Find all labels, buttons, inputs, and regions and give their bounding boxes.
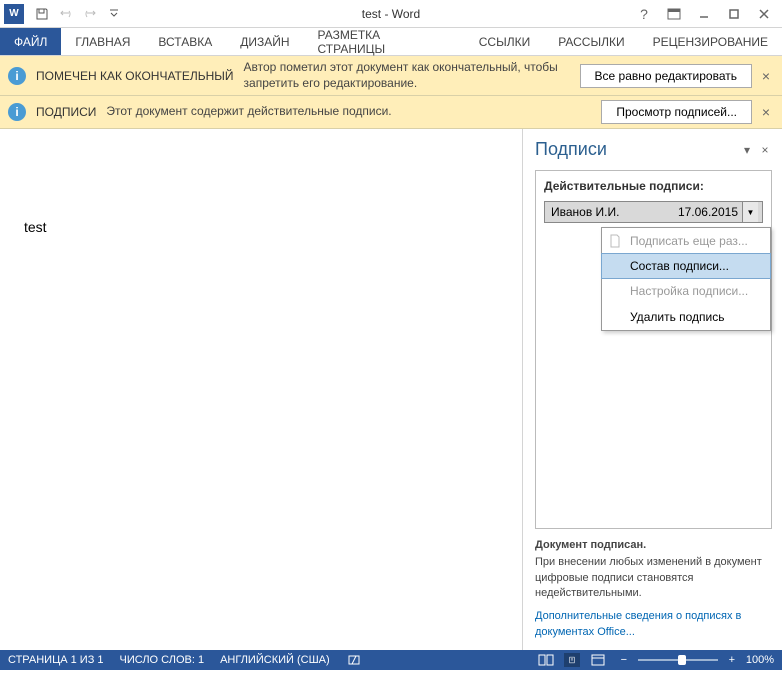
- save-icon[interactable]: [34, 6, 50, 22]
- info-icon: i: [8, 67, 26, 85]
- signatures-footer: Документ подписан. При внесении любых из…: [535, 539, 772, 640]
- signature-date: 17.06.2015: [678, 205, 742, 219]
- signature-name: Иванов И.И.: [549, 205, 678, 219]
- info-icon: i: [8, 103, 26, 121]
- infobar-title: ПОМЕЧЕН КАК ОКОНЧАТЕЛЬНЫЙ: [36, 69, 234, 83]
- signature-dropdown-icon[interactable]: ▼: [742, 202, 758, 222]
- pane-options-icon[interactable]: ▾: [740, 143, 754, 157]
- read-mode-icon[interactable]: [538, 653, 554, 667]
- signatures-title: Подписи: [535, 139, 607, 160]
- quick-access-toolbar: [34, 6, 122, 22]
- menu-remove-signature[interactable]: Удалить подпись: [602, 304, 770, 330]
- zoom-slider[interactable]: [638, 659, 718, 661]
- edit-anyway-button[interactable]: Все равно редактировать: [580, 64, 752, 88]
- infobar-title: ПОДПИСИ: [36, 105, 96, 119]
- ribbon-tabs: ФАЙЛ ГЛАВНАЯ ВСТАВКА ДИЗАЙН РАЗМЕТКА СТР…: [0, 28, 782, 56]
- status-word-count[interactable]: ЧИСЛО СЛОВ: 1: [120, 654, 205, 666]
- tab-references[interactable]: ССЫЛКИ: [465, 28, 544, 55]
- status-bar: СТРАНИЦА 1 ИЗ 1 ЧИСЛО СЛОВ: 1 АНГЛИЙСКИЙ…: [0, 650, 782, 670]
- ribbon-display-icon[interactable]: [662, 3, 686, 25]
- window-title: test - Word: [362, 7, 420, 21]
- document-icon: [608, 234, 622, 248]
- signatures-help-link[interactable]: Дополнительные сведения о подписях в док…: [535, 609, 772, 640]
- zoom-control: − + 100%: [616, 653, 774, 667]
- infobar-desc: Автор пометил этот документ как окончате…: [244, 60, 580, 91]
- main-area: test Подписи ▾ × Действительные подписи:…: [0, 129, 782, 650]
- maximize-icon[interactable]: [722, 3, 746, 25]
- tab-home[interactable]: ГЛАВНАЯ: [61, 28, 144, 55]
- document-area[interactable]: test: [0, 129, 522, 650]
- zoom-in-icon[interactable]: +: [724, 653, 740, 667]
- infobar-close-icon[interactable]: ×: [758, 68, 774, 84]
- minimize-icon[interactable]: [692, 3, 716, 25]
- web-layout-icon[interactable]: [590, 653, 606, 667]
- qat-dropdown-icon[interactable]: [106, 6, 122, 22]
- titlebar: W test - Word ?: [0, 0, 782, 28]
- status-page[interactable]: СТРАНИЦА 1 ИЗ 1: [8, 654, 104, 666]
- help-icon[interactable]: ?: [632, 3, 656, 25]
- signatures-pane: Подписи ▾ × Действительные подписи: Иван…: [522, 129, 782, 650]
- menu-signature-details[interactable]: Состав подписи...: [601, 253, 771, 279]
- tab-page-layout[interactable]: РАЗМЕТКА СТРАНИЦЫ: [304, 28, 465, 55]
- valid-signatures-label: Действительные подписи:: [544, 179, 763, 193]
- signature-note: При внесении любых изменений в документ …: [535, 555, 772, 601]
- zoom-out-icon[interactable]: −: [616, 653, 632, 667]
- infobar-close-icon[interactable]: ×: [758, 104, 774, 120]
- view-signatures-button[interactable]: Просмотр подписей...: [601, 100, 752, 124]
- signatures-list-box: Действительные подписи: Иванов И.И. 17.0…: [535, 170, 772, 529]
- tab-file[interactable]: ФАЙЛ: [0, 28, 61, 55]
- tab-insert[interactable]: ВСТАВКА: [144, 28, 226, 55]
- signature-context-menu: Подписать еще раз... Состав подписи... Н…: [601, 227, 771, 331]
- menu-signature-setup: Настройка подписи...: [602, 278, 770, 304]
- word-app-icon: W: [4, 4, 24, 24]
- tab-mailings[interactable]: РАССЫЛКИ: [544, 28, 638, 55]
- signature-row[interactable]: Иванов И.И. 17.06.2015 ▼: [544, 201, 763, 223]
- document-text: test: [24, 219, 498, 235]
- infobar-signatures: i ПОДПИСИ Этот документ содержит действи…: [0, 96, 782, 129]
- infobar-desc: Этот документ содержит действительные по…: [106, 104, 601, 120]
- print-layout-icon[interactable]: [564, 653, 580, 667]
- status-proofing-icon[interactable]: [346, 653, 362, 667]
- redo-icon[interactable]: [82, 6, 98, 22]
- infobar-marked-final: i ПОМЕЧЕН КАК ОКОНЧАТЕЛЬНЫЙ Автор помети…: [0, 56, 782, 96]
- tab-design[interactable]: ДИЗАЙН: [226, 28, 303, 55]
- status-language[interactable]: АНГЛИЙСКИЙ (США): [220, 654, 330, 666]
- pane-close-icon[interactable]: ×: [758, 143, 772, 157]
- undo-icon[interactable]: [58, 6, 74, 22]
- close-icon[interactable]: [752, 3, 776, 25]
- signatures-pane-header: Подписи ▾ ×: [535, 139, 772, 160]
- document-signed-label: Документ подписан.: [535, 539, 772, 551]
- tab-review[interactable]: РЕЦЕНЗИРОВАНИЕ: [639, 28, 782, 55]
- zoom-level[interactable]: 100%: [746, 654, 774, 666]
- window-controls: ?: [632, 3, 782, 25]
- menu-sign-again: Подписать еще раз...: [602, 228, 770, 254]
